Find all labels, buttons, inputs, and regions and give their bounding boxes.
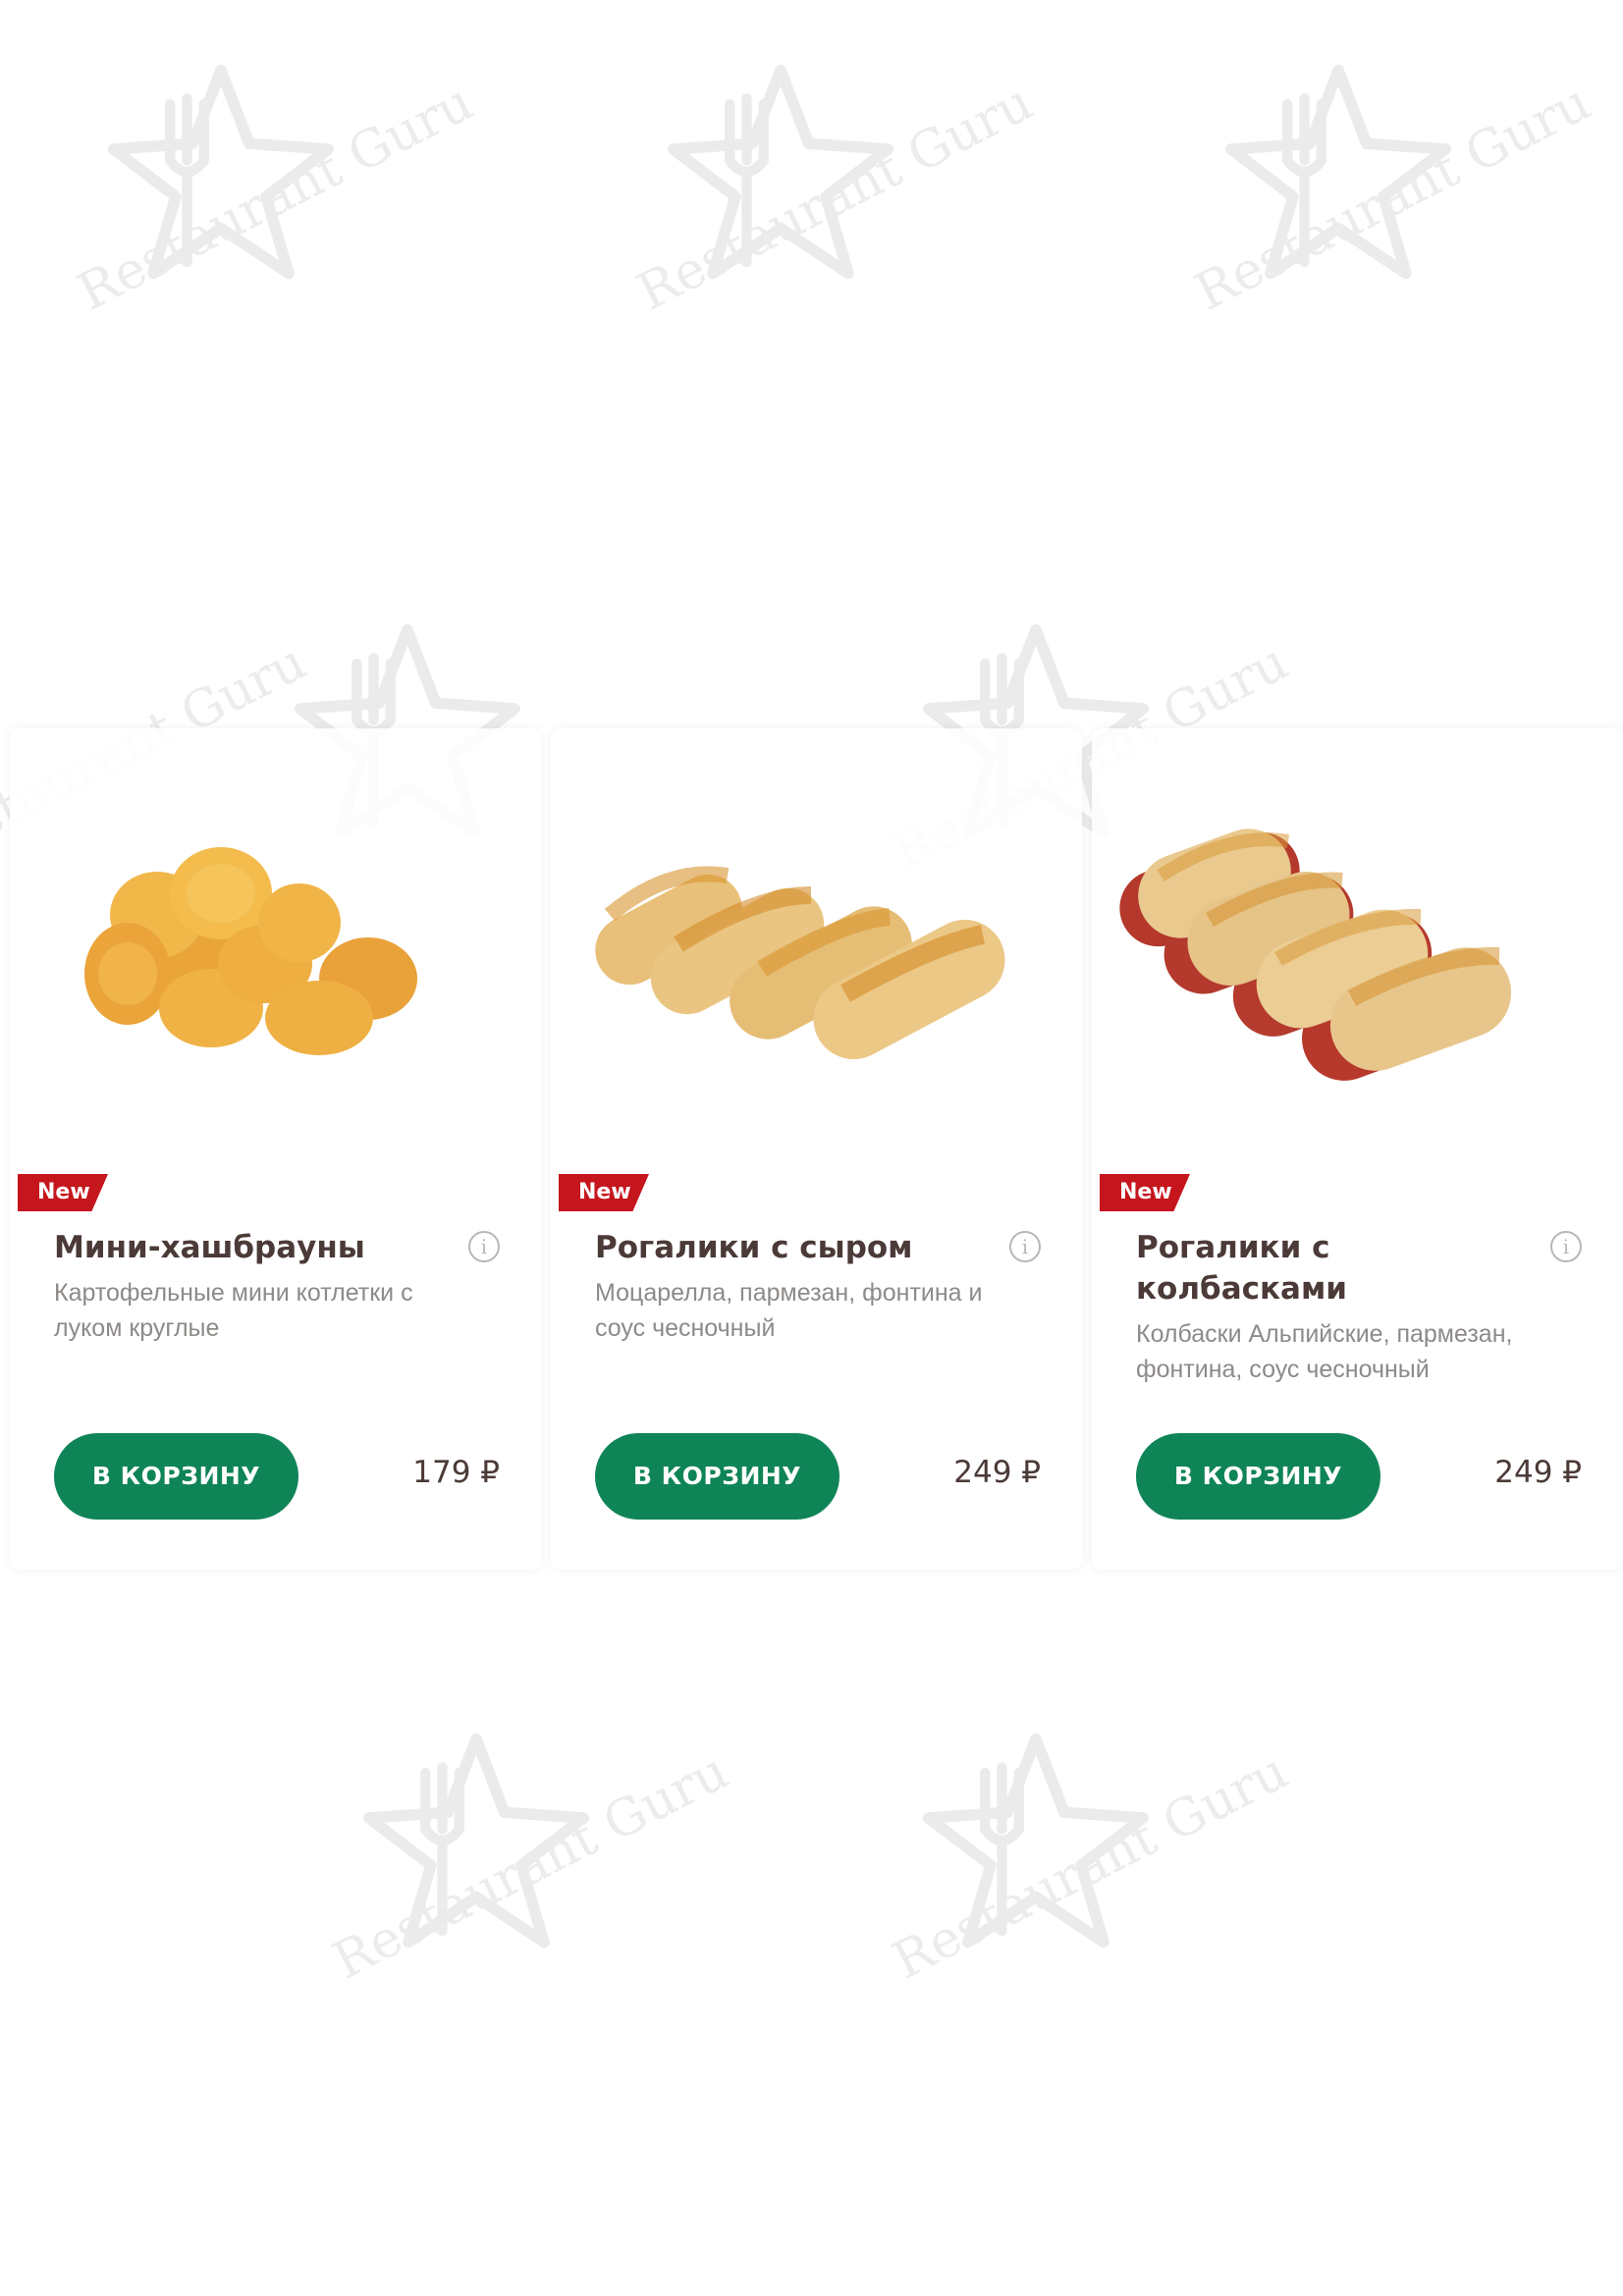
add-to-cart-button[interactable]: В КОРЗИНУ bbox=[1136, 1433, 1380, 1520]
product-price: 249 ₽ bbox=[1494, 1455, 1582, 1490]
watermark: Restaurant Guru bbox=[884, 1728, 1297, 2101]
info-icon[interactable]: i bbox=[1009, 1231, 1041, 1262]
info-icon[interactable]: i bbox=[468, 1231, 500, 1262]
cheese-rolls-illustration bbox=[595, 866, 1005, 1060]
product-card: New Рогалики с сыром i Моцарелла, пармез… bbox=[551, 728, 1082, 1570]
hash-browns-image bbox=[10, 748, 541, 1141]
product-card: New Рогалики с колбасками i Колбаски Аль… bbox=[1092, 728, 1623, 1570]
new-badge: New bbox=[559, 1174, 649, 1211]
product-description: Моцарелла, пармезан, фонтина и соус чесн… bbox=[595, 1279, 983, 1342]
product-description: Колбаски Альпийские, пармезан, фонтина, … bbox=[1136, 1320, 1513, 1383]
product-price: 179 ₽ bbox=[412, 1455, 500, 1490]
restaurant-guru-star-fork-icon bbox=[363, 1733, 589, 1949]
restaurant-guru-star-fork-icon bbox=[1225, 64, 1451, 280]
sausage-rolls-illustration bbox=[1119, 828, 1512, 1081]
cheese-rolls-image bbox=[551, 748, 1082, 1141]
restaurant-guru-star-fork-icon bbox=[108, 64, 334, 280]
watermark: Restaurant Guru bbox=[69, 59, 482, 432]
watermark: Restaurant Guru bbox=[1186, 59, 1599, 432]
restaurant-guru-star-fork-icon bbox=[668, 64, 893, 280]
sausage-rolls-image bbox=[1092, 748, 1623, 1141]
add-to-cart-button[interactable]: В КОРЗИНУ bbox=[595, 1433, 839, 1520]
product-title: Рогалики с сыром bbox=[595, 1230, 913, 1265]
watermark: Restaurant Guru bbox=[324, 1728, 737, 2101]
restaurant-guru-star-fork-icon bbox=[923, 1733, 1149, 1949]
product-title: Рогалики с колбасками bbox=[1136, 1230, 1348, 1307]
new-badge: New bbox=[18, 1174, 108, 1211]
product-card: New Мини-хашбрауны i Картофельные мини к… bbox=[10, 728, 541, 1570]
product-description: Картофельные мини котлетки с луком кругл… bbox=[54, 1279, 413, 1342]
product-title: Мини-хашбрауны bbox=[54, 1230, 365, 1265]
info-icon[interactable]: i bbox=[1550, 1231, 1582, 1262]
product-grid: New Мини-хашбрауны i Картофельные мини к… bbox=[0, 728, 1623, 1570]
new-badge: New bbox=[1100, 1174, 1190, 1211]
add-to-cart-button[interactable]: В КОРЗИНУ bbox=[54, 1433, 298, 1520]
hash-browns-illustration bbox=[84, 847, 417, 1055]
watermark: Restaurant Guru bbox=[628, 59, 1042, 432]
product-price: 249 ₽ bbox=[953, 1455, 1041, 1490]
